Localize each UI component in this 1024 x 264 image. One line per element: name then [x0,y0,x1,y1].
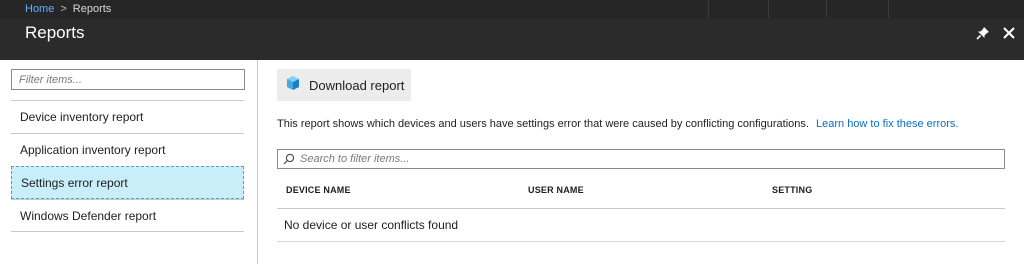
left-panel: Device inventory report Application inve… [0,60,258,264]
menu-item-application-inventory[interactable]: Application inventory report [11,133,244,166]
description-text: This report shows which devices and user… [277,118,809,130]
search-box [277,149,1005,169]
top-bar: Home > Reports [0,0,1024,19]
report-description: This report shows which devices and user… [277,118,958,130]
learn-how-link[interactable]: Learn how to fix these errors. [816,118,958,130]
table-header: DEVICE NAME USER NAME SETTING [277,175,1005,209]
column-header-user-name[interactable]: USER NAME [528,185,584,195]
search-icon [280,150,298,168]
breadcrumb-current: Reports [72,3,112,15]
download-report-label: Download report [309,77,405,93]
menu-item-device-inventory[interactable]: Device inventory report [11,100,244,133]
filter-box [11,69,245,90]
top-bar-segment [708,0,769,18]
cube-icon [285,75,301,96]
filter-input[interactable] [12,70,244,90]
top-bar-segment [768,0,827,18]
content-pane: Download report This report shows which … [258,60,1024,264]
search-input[interactable] [298,149,1004,169]
top-bar-segment [888,0,1024,18]
conflicts-table: DEVICE NAME USER NAME SETTING No device … [277,175,1005,242]
blade-header: Reports [0,18,1024,60]
close-icon[interactable] [1000,24,1018,42]
column-header-device-name[interactable]: DEVICE NAME [286,185,351,195]
report-menu: Device inventory report Application inve… [11,100,244,232]
breadcrumb: Home > Reports [25,3,111,15]
column-header-setting[interactable]: SETTING [772,185,812,195]
menu-item-settings-error[interactable]: Settings error report [11,166,244,199]
breadcrumb-separator: > [60,3,67,15]
empty-message: No device or user conflicts found [277,209,1005,242]
pin-icon[interactable] [974,24,992,42]
menu-item-windows-defender[interactable]: Windows Defender report [11,199,244,232]
page-title: Reports [25,23,85,42]
breadcrumb-home-link[interactable]: Home [25,3,54,15]
download-report-button[interactable]: Download report [277,69,411,101]
top-bar-segment [826,0,889,18]
